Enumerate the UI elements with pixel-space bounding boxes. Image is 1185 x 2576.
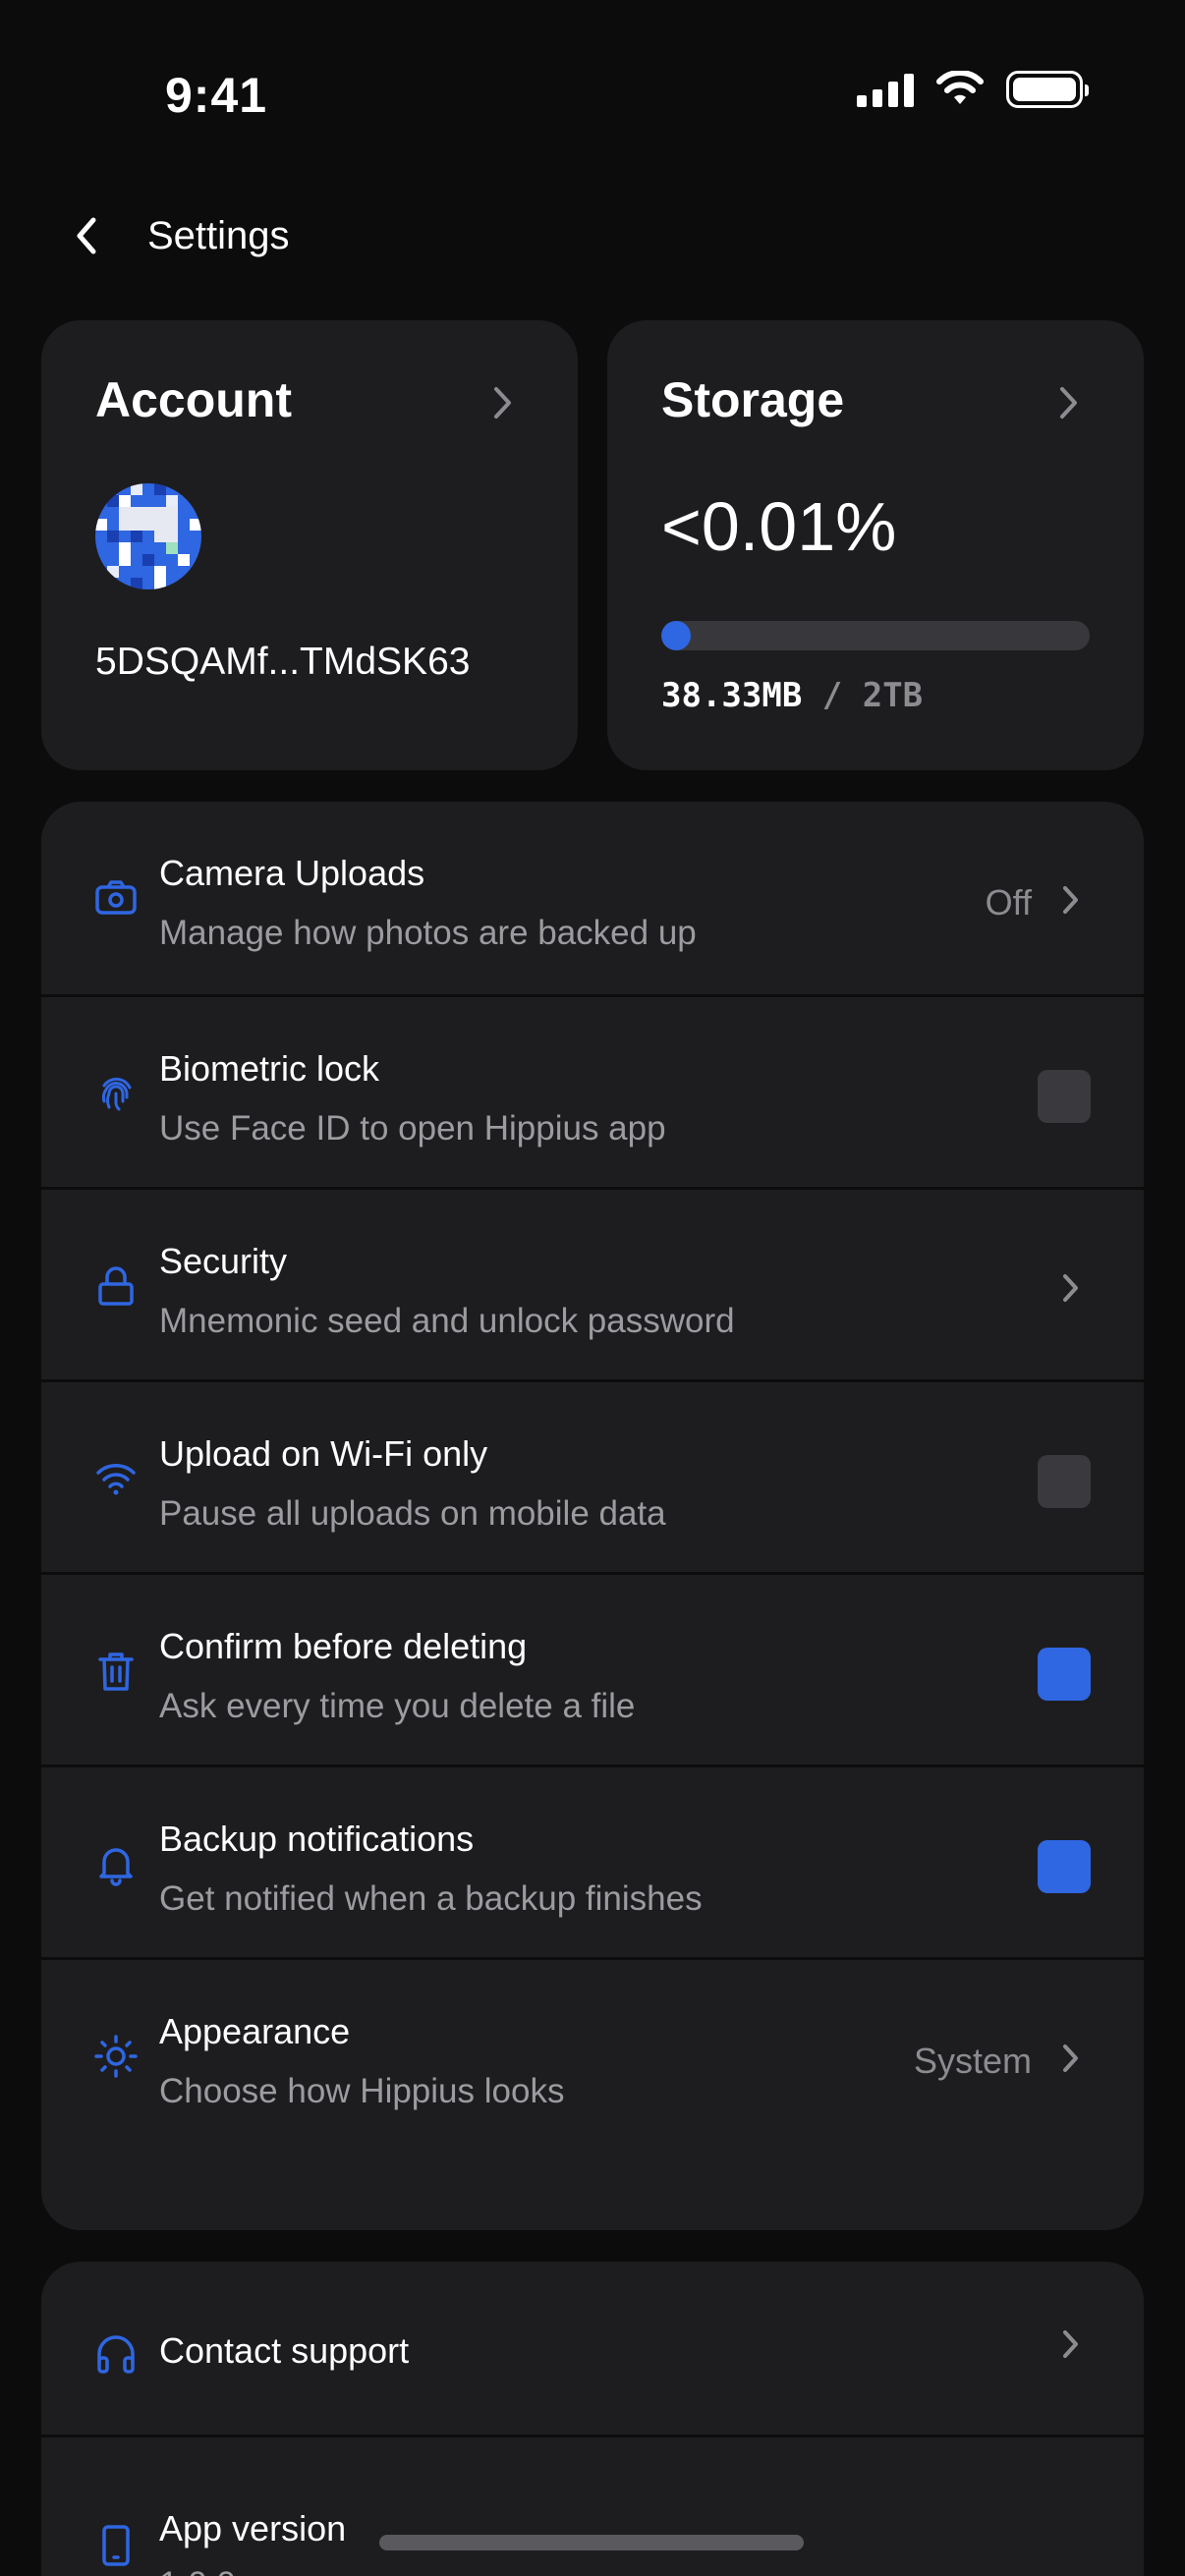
trash-icon [98,1652,134,1691]
setting-backup-notifications[interactable]: Backup notifications Get notified when a… [41,1764,1144,1960]
avatar [95,483,201,589]
account-title: Account [95,372,292,427]
setting-subtitle: Choose how Hippius looks [159,2072,565,2110]
phone-icon [102,2525,130,2566]
account-card[interactable]: Account 5DSQAMf...TMdSK63 [41,320,578,770]
setting-subtitle: Mnemonic seed and unlock password [159,1302,735,1340]
confirm-delete-checkbox[interactable] [1038,1648,1091,1701]
headphones-icon [97,2335,135,2374]
setting-subtitle: Get notified when a backup finishes [159,1879,703,1918]
app-version-row: App version 1.0.0 [41,2435,1144,2576]
setting-title: Contact support [159,2330,410,2371]
setting-title: Appearance [159,2011,351,2051]
storage-title: Storage [661,372,845,427]
storage-progress-fill [661,621,691,650]
storage-used: 38.33MB [661,676,803,715]
setting-camera-uploads[interactable]: Camera Uploads Manage how photos are bac… [41,802,1144,994]
setting-title: App version [159,2508,347,2548]
wifi-icon [96,1464,136,1495]
status-bar: 9:41 [0,0,1185,147]
battery-icon [1006,71,1089,108]
chevron-right-icon [494,387,511,419]
setting-title: Backup notifications [159,1819,475,1859]
settings-list: Camera Uploads Manage how photos are bac… [41,802,1144,2230]
wallet-address: 5DSQAMf...TMdSK63 [95,641,471,683]
storage-usage: 38.33MB / 2TB [661,676,923,715]
biometric-lock-checkbox[interactable] [1038,1070,1091,1123]
wifi-status-icon [936,71,984,104]
cellular-signal-icon [857,72,914,107]
setting-subtitle: Manage how photos are backed up [159,914,697,952]
header: Settings [0,196,1185,275]
storage-card[interactable]: Storage <0.01% 38.33MB / 2TB [607,320,1144,770]
back-button[interactable] [61,210,112,261]
lock-icon [98,1266,134,1306]
setting-title: Camera Uploads [159,853,425,893]
chevron-right-icon [1063,886,1078,914]
setting-confirm-delete[interactable]: Confirm before deleting Ask every time y… [41,1572,1144,1767]
setting-title: Biometric lock [159,1048,380,1089]
setting-subtitle: Use Face ID to open Hippius app [159,1109,666,1148]
setting-value: System [913,2041,1032,2081]
setting-subtitle: Ask every time you delete a file [159,1687,636,1725]
bell-icon [99,1848,133,1886]
app-version-value: 1.0.0 [159,2565,236,2576]
status-icons [857,71,1089,108]
chevron-right-icon [1060,387,1077,419]
chevron-left-icon [77,217,96,254]
contact-support-row[interactable]: Contact support [41,2262,1144,2435]
setting-value: Off [985,882,1032,923]
setting-title: Security [159,1241,288,1281]
support-list: Contact support App version 1.0.0 [41,2262,1144,2576]
setting-security[interactable]: Security Mnemonic seed and unlock passwo… [41,1187,1144,1382]
storage-total: 2TB [862,676,924,715]
wifi-only-checkbox[interactable] [1038,1455,1091,1508]
setting-upload-wifi-only[interactable]: Upload on Wi-Fi only Pause all uploads o… [41,1379,1144,1575]
chevron-right-icon [1063,2330,1078,2358]
chevron-right-icon [1063,1274,1078,1302]
home-indicator[interactable] [379,2535,804,2550]
storage-progress-bar [661,621,1090,650]
setting-subtitle: Pause all uploads on mobile data [159,1494,666,1533]
setting-biometric-lock[interactable]: Biometric lock Use Face ID to open Hippi… [41,994,1144,1190]
status-time: 9:41 [165,68,268,123]
fingerprint-icon [101,1077,132,1111]
setting-appearance[interactable]: Appearance Choose how Hippius looks Syst… [41,1957,1144,2153]
storage-separator: / [802,676,863,715]
sun-icon [94,2035,138,2078]
storage-percent: <0.01% [661,488,897,565]
camera-icon [95,880,137,915]
page-title: Settings [147,214,290,257]
backup-notifications-checkbox[interactable] [1038,1840,1091,1893]
chevron-right-icon [1063,2044,1078,2072]
settings-screen: 9:41 Settings Account 5DSQAMf...TMdSK63 … [0,0,1185,2576]
setting-title: Confirm before deleting [159,1626,528,1666]
setting-title: Upload on Wi-Fi only [159,1433,488,1474]
